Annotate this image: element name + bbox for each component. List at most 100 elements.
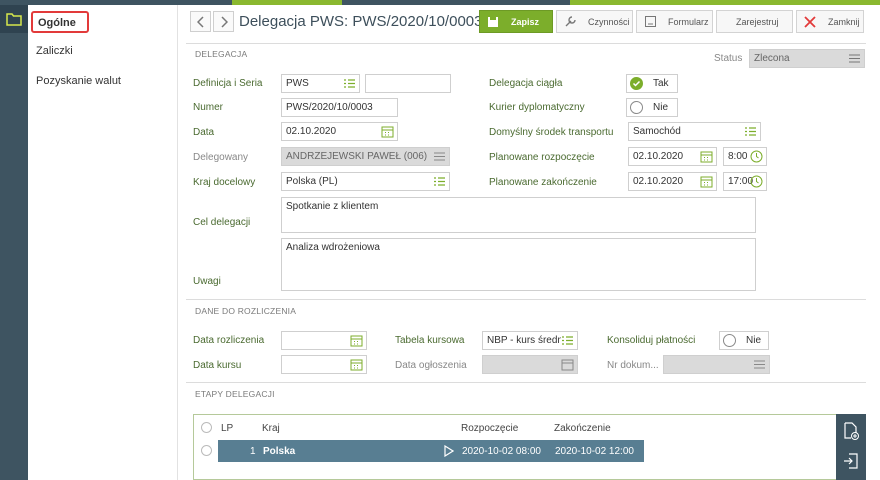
- definicja-label: Definicja i Seria: [193, 78, 263, 89]
- check-radio-icon[interactable]: [630, 77, 643, 90]
- kurier-toggle[interactable]: Nie: [626, 98, 678, 117]
- list-icon: [754, 360, 765, 369]
- list-icon[interactable]: [561, 334, 574, 347]
- list-icon[interactable]: [433, 175, 446, 188]
- plan-start-time-field[interactable]: 8:00: [723, 147, 767, 166]
- tabela-label: Tabela kursowa: [395, 335, 465, 346]
- plan-start-date-field[interactable]: 02.10.2020: [628, 147, 717, 166]
- section-title-delegacja: DELEGACJA: [195, 49, 248, 59]
- cel-label: Cel delegacji: [193, 217, 251, 228]
- calendar-icon[interactable]: [381, 125, 394, 138]
- close-icon: [802, 15, 818, 29]
- left-toolbar: [0, 5, 28, 480]
- kurier-label: Kurier dyplomatyczny: [489, 102, 585, 113]
- play-icon[interactable]: [444, 445, 454, 457]
- row-end: 2020-10-02 12:00: [555, 446, 634, 457]
- plan-end-time-field[interactable]: 17:00: [723, 172, 767, 191]
- kraj-label: Kraj docelowy: [193, 177, 256, 188]
- seria-field[interactable]: [365, 74, 451, 93]
- calendar-icon[interactable]: [700, 175, 713, 188]
- page-title: Delegacja PWS: PWS/2020/10/0003: [239, 13, 483, 30]
- table-row[interactable]: 1 Polska 2020-10-02 08:00 2020-10-02 12:…: [218, 440, 644, 462]
- data-label: Data: [193, 127, 215, 138]
- column-header-kraj[interactable]: Kraj: [262, 423, 280, 434]
- form-icon: [642, 15, 658, 29]
- list-icon: [849, 54, 860, 63]
- calendar-icon[interactable]: [350, 358, 363, 371]
- transport-field[interactable]: Samochód: [628, 122, 761, 141]
- section-title-rozliczenie: DANE DO ROZLICZENIA: [195, 306, 297, 316]
- list-icon[interactable]: [343, 77, 356, 90]
- plan-end-label: Planowane zakończenie: [489, 177, 597, 188]
- cel-field[interactable]: Spotkanie z klientem: [281, 197, 756, 233]
- status-field: Zlecona: [749, 49, 865, 68]
- row-checkbox[interactable]: [201, 445, 212, 456]
- delegowany-field: ANDRZEJEWSKI PAWEŁ (006): [281, 147, 450, 166]
- column-header-end[interactable]: Zakończenie: [554, 423, 611, 434]
- transport-label: Domyślny środek transportu: [489, 127, 614, 138]
- section-nav: Ogólne Zaliczki Pozyskanie walut: [28, 5, 178, 480]
- data-rozl-field[interactable]: [281, 331, 367, 350]
- header-toolbar: Delegacja PWS: PWS/2020/10/0003 Zapisz C…: [185, 5, 880, 38]
- etapy-grid: LP Kraj Rozpoczęcie Zakończenie 1 Polska…: [193, 414, 866, 480]
- folder-icon[interactable]: [0, 5, 28, 33]
- uwagi-label: Uwagi: [193, 276, 221, 287]
- nav-item-pozyskanie-walut[interactable]: Pozyskanie walut: [36, 75, 121, 87]
- data-field[interactable]: 02.10.2020: [281, 122, 398, 141]
- plan-start-label: Planowane rozpoczęcie: [489, 152, 595, 163]
- column-header-lp[interactable]: LP: [221, 423, 233, 434]
- status-label: Status: [714, 53, 743, 64]
- data-kursu-label: Data kursu: [193, 360, 242, 371]
- chevron-right-icon: [220, 15, 228, 28]
- uwagi-field[interactable]: Analiza wdrożeniowa: [281, 238, 756, 291]
- nr-dok-field: [663, 355, 770, 374]
- definicja-field[interactable]: PWS: [281, 74, 360, 93]
- nav-item-ogolne[interactable]: Ogólne: [31, 11, 89, 33]
- form-button[interactable]: Formularz: [636, 10, 713, 33]
- grid-actions: [836, 414, 866, 480]
- calendar-icon: [561, 359, 574, 371]
- clock-icon[interactable]: [750, 175, 763, 188]
- data-kursu-field[interactable]: [281, 355, 367, 374]
- close-button[interactable]: Zamknij: [796, 10, 864, 33]
- import-icon[interactable]: [836, 446, 866, 476]
- calendar-icon[interactable]: [350, 334, 363, 347]
- actions-button[interactable]: Czynności: [556, 10, 633, 33]
- chevron-left-icon: [196, 15, 204, 28]
- clock-icon[interactable]: [750, 150, 763, 163]
- save-button[interactable]: Zapisz: [479, 10, 553, 33]
- data-ogl-label: Data ogłoszenia: [395, 360, 467, 371]
- back-button[interactable]: [190, 11, 211, 32]
- section-title-etapy: ETAPY DELEGACJI: [195, 389, 275, 399]
- radio-icon[interactable]: [723, 334, 736, 347]
- row-start: 2020-10-02 08:00: [462, 446, 541, 457]
- ciagla-label: Delegacja ciągła: [489, 78, 563, 89]
- numer-field[interactable]: PWS/2020/10/0003: [281, 98, 398, 117]
- divider: [186, 382, 866, 383]
- row-lp: 1: [250, 446, 256, 457]
- plan-end-date-field[interactable]: 02.10.2020: [628, 172, 717, 191]
- data-rozl-label: Data rozliczenia: [193, 335, 265, 346]
- register-button[interactable]: Zarejestruj: [716, 10, 793, 33]
- select-all-checkbox[interactable]: [201, 422, 212, 433]
- konsoliduj-toggle[interactable]: Nie: [719, 331, 769, 350]
- tabela-field[interactable]: NBP - kurs średni (: [482, 331, 578, 350]
- column-header-start[interactable]: Rozpoczęcie: [461, 423, 518, 434]
- row-kraj: Polska: [263, 446, 296, 457]
- add-document-icon[interactable]: [836, 416, 866, 446]
- list-icon[interactable]: [744, 125, 757, 138]
- wrench-icon: [562, 15, 578, 29]
- ciagla-toggle[interactable]: Tak: [626, 74, 678, 93]
- radio-icon[interactable]: [630, 101, 643, 114]
- divider: [186, 299, 866, 300]
- konsoliduj-label: Konsoliduj płatności: [607, 335, 696, 346]
- data-ogl-field: [482, 355, 578, 374]
- numer-label: Numer: [193, 102, 224, 113]
- list-icon: [434, 152, 445, 161]
- forward-button[interactable]: [213, 11, 234, 32]
- nr-dok-label: Nr dokum...: [607, 360, 659, 371]
- nav-item-zaliczki[interactable]: Zaliczki: [36, 45, 73, 57]
- divider: [186, 43, 866, 44]
- kraj-field[interactable]: Polska (PL): [281, 172, 450, 191]
- calendar-icon[interactable]: [700, 150, 713, 163]
